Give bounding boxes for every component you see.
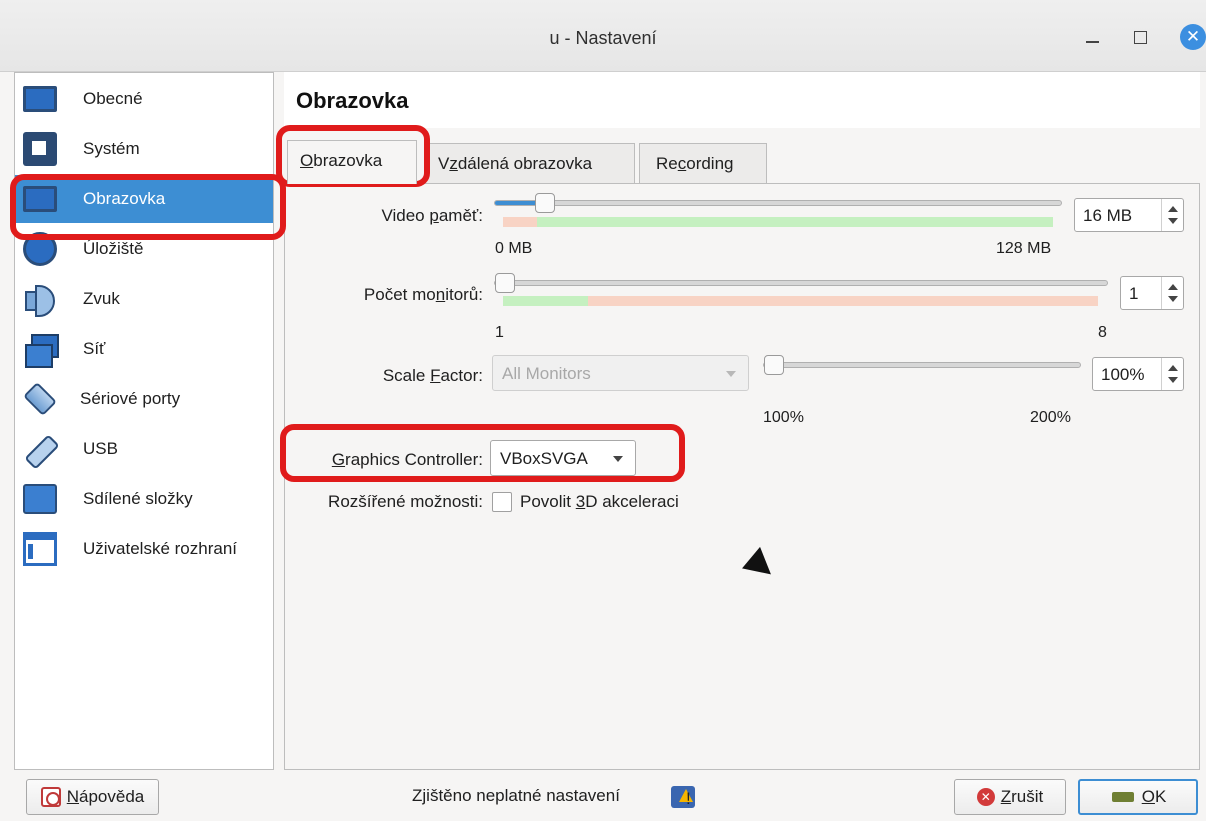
ok-label: OK: [1141, 787, 1167, 806]
sidebar-item-storage[interactable]: Úložiště: [15, 225, 273, 273]
spin-arrows-icon[interactable]: [1161, 199, 1183, 231]
close-button[interactable]: ✕: [1180, 24, 1206, 50]
tab-mnemonic: c: [677, 154, 687, 173]
scale-factor-slider[interactable]: [763, 355, 1081, 375]
monitor-count-slider[interactable]: [494, 273, 1108, 293]
video-memory-value: 16 MB: [1083, 206, 1133, 225]
sidebar-item-label: Síť: [83, 339, 106, 358]
spin-arrows-icon[interactable]: [1161, 277, 1183, 309]
tab-label: dálená obrazovka: [457, 154, 593, 173]
page-header: Obrazovka: [284, 72, 1200, 128]
enable-3d-label: Povolit 3D akceleraci: [520, 492, 679, 511]
scale-factor-label: Scale Factor:: [382, 366, 483, 385]
cancel-label: Zrušit: [1000, 787, 1044, 806]
maximize-button[interactable]: [1126, 22, 1156, 52]
tab-label: V: [438, 154, 450, 173]
sidebar-item-label: Obrazovka: [83, 189, 166, 208]
scale-monitor-value: All Monitors: [502, 364, 591, 383]
sidebar-item-label: Sériové porty: [80, 389, 181, 408]
storage-icon: [23, 232, 57, 266]
tab-recording[interactable]: Recording: [639, 143, 767, 183]
sidebar-item-serial-ports[interactable]: Sériové porty: [15, 375, 273, 423]
scale-factor-value: 100%: [1101, 365, 1145, 384]
sidebar-item-label: Úložiště: [83, 239, 144, 258]
tab-label: ording: [686, 154, 734, 173]
monitor-count-max: 8: [1098, 324, 1107, 341]
warning-icon[interactable]: [671, 786, 695, 808]
page-title: Obrazovka: [296, 88, 409, 113]
tab-display[interactable]: Obrazovka: [287, 140, 417, 184]
network-icon: [23, 332, 59, 368]
graphics-controller-label: Graphics Controller:: [331, 450, 483, 469]
video-memory-label: Video paměť:: [381, 206, 483, 225]
sidebar-item-user-interface[interactable]: Uživatelské rozhraní: [15, 525, 273, 573]
chip-icon: [23, 132, 57, 166]
monitor-count-spinbox[interactable]: 1: [1120, 276, 1184, 310]
usb-icon: [23, 432, 57, 466]
spin-arrows-icon[interactable]: [1161, 358, 1183, 390]
scale-factor-handle[interactable]: [764, 355, 784, 375]
scale-factor-max: 200%: [1030, 409, 1071, 426]
tab-remote-display[interactable]: Vzdálená obrazovka: [425, 143, 635, 183]
scale-factor-min: 100%: [763, 409, 804, 426]
video-memory-min: 0 MB: [495, 240, 533, 257]
sidebar-item-label: Systém: [83, 139, 140, 158]
help-button[interactable]: Nápověda: [26, 779, 159, 815]
display-settings-panel: [284, 183, 1200, 770]
cancel-button[interactable]: ✕ Zrušit: [954, 779, 1066, 815]
chevron-down-icon: [726, 371, 736, 377]
sidebar-item-display[interactable]: Obrazovka: [15, 175, 273, 223]
sidebar-item-general[interactable]: Obecné: [15, 75, 273, 123]
scale-factor-spinbox[interactable]: 100%: [1092, 357, 1184, 391]
title-bar: u - Nastavení ✕: [0, 0, 1206, 72]
sidebar-item-network[interactable]: Síť: [15, 325, 273, 373]
cancel-icon: ✕: [976, 788, 995, 806]
video-memory-range-bar: [503, 217, 1053, 227]
monitor-count-min: 1: [495, 324, 504, 341]
sidebar-item-usb[interactable]: USB: [15, 425, 273, 473]
monitor-count-value: 1: [1129, 284, 1139, 303]
video-memory-slider[interactable]: [494, 193, 1062, 213]
video-memory-handle[interactable]: [535, 193, 555, 213]
folder-icon: [23, 484, 57, 514]
ui-icon: [23, 532, 57, 566]
sidebar-item-label: USB: [83, 439, 118, 458]
enable-3d-checkbox[interactable]: [492, 492, 512, 512]
tab-mnemonic: z: [449, 154, 458, 173]
sidebar-item-label: Sdílené složky: [83, 489, 193, 508]
monitor-icon: [23, 86, 57, 112]
tab-label: Re: [656, 154, 678, 173]
display-icon: [23, 186, 57, 212]
tab-label: brazovka: [313, 151, 383, 170]
minimize-button[interactable]: [1078, 22, 1108, 52]
scale-monitor-select[interactable]: All Monitors: [492, 355, 749, 391]
graphics-controller-value: VBoxSVGA: [500, 449, 588, 468]
extended-features-label: Rozšířené možnosti:: [328, 492, 483, 511]
graphics-controller-select[interactable]: VBoxSVGA: [490, 440, 636, 476]
settings-sidebar: Obecné Systém Obrazovka Úložiště Zvuk Sí…: [14, 72, 274, 770]
help-label: Nápověda: [66, 787, 145, 806]
monitor-count-handle[interactable]: [495, 273, 515, 293]
help-icon: [40, 787, 61, 807]
sidebar-item-label: Uživatelské rozhraní: [83, 539, 238, 558]
ok-button[interactable]: OK: [1078, 779, 1198, 815]
monitor-count-label: Počet monitorů:: [363, 285, 483, 304]
serial-port-icon: [23, 382, 57, 416]
monitor-count-range-bar: [503, 296, 1098, 306]
sidebar-item-shared-folders[interactable]: Sdílené složky: [15, 475, 273, 523]
window-title: u - Nastavení: [549, 28, 657, 48]
status-message: Zjištěno neplatné nastavení: [412, 786, 620, 805]
tab-mnemonic: O: [300, 151, 314, 170]
video-memory-max: 128 MB: [996, 240, 1052, 257]
sidebar-item-label: Zvuk: [83, 289, 120, 308]
chevron-down-icon: [613, 456, 623, 462]
sidebar-item-system[interactable]: Systém: [15, 125, 273, 173]
sidebar-item-audio[interactable]: Zvuk: [15, 275, 273, 323]
speaker-icon: [23, 282, 57, 317]
video-memory-spinbox[interactable]: 16 MB: [1074, 198, 1184, 232]
ok-hand-icon: [1110, 788, 1136, 806]
sidebar-item-label: Obecné: [83, 89, 143, 108]
